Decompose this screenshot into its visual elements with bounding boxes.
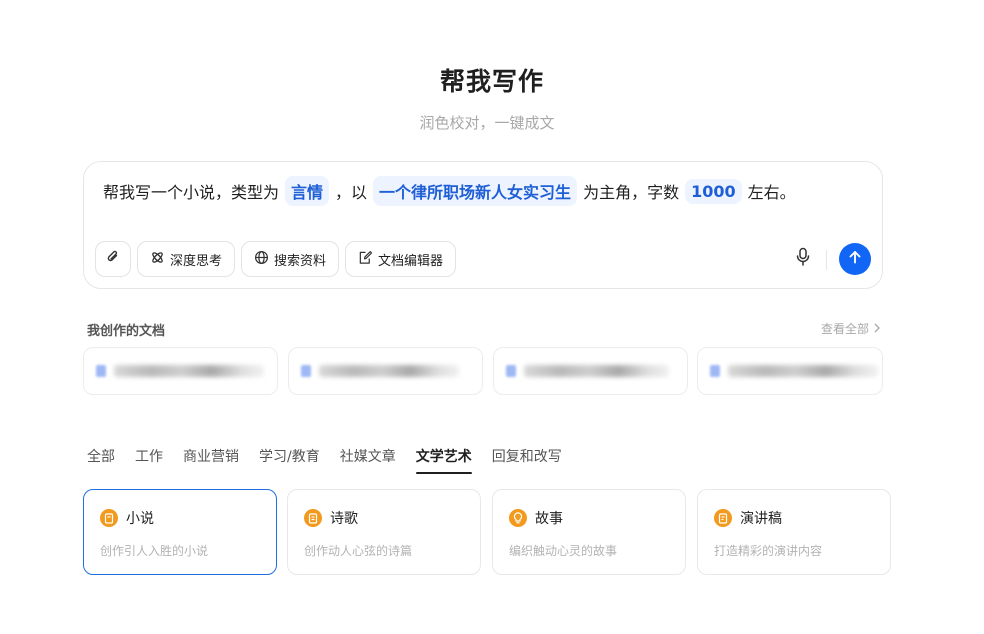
card-header: 诗歌 (304, 508, 358, 528)
deep-think-label: 深度思考 (170, 253, 223, 269)
lightbulb-icon (509, 509, 527, 527)
word-count-chip[interactable]: 1000 (685, 178, 742, 204)
doc-title-redacted (114, 365, 264, 377)
view-all-label: 查看全部 (821, 322, 870, 336)
atom-icon (150, 250, 170, 269)
card-description: 打造精彩的演讲内容 (714, 544, 823, 558)
card-description: 创作引人入胜的小说 (100, 544, 209, 558)
microphone-icon (795, 247, 811, 271)
doc-editor-button[interactable]: 文档编辑器 (345, 241, 457, 277)
tab-social-media[interactable]: 社媒文章 (340, 446, 396, 474)
globe-icon (254, 250, 274, 269)
prompt-text-part: 帮我写一个小说，类型为 (103, 183, 280, 202)
template-card-speech[interactable]: 演讲稿 打造精彩的演讲内容 (697, 489, 891, 575)
doc-title-redacted (524, 365, 669, 377)
doc-editor-label: 文档编辑器 (378, 253, 444, 269)
card-title: 演讲稿 (740, 511, 782, 527)
template-card-poem[interactable]: 诗歌 创作动人心弦的诗篇 (287, 489, 481, 575)
edit-icon (358, 250, 378, 269)
toolbar-divider (826, 250, 827, 270)
card-description: 编织触动心灵的故事 (509, 544, 618, 558)
tab-literature-art[interactable]: 文学艺术 (415, 446, 472, 474)
send-button[interactable] (839, 243, 871, 275)
tab-work[interactable]: 工作 (135, 446, 163, 474)
notes-icon (714, 509, 732, 527)
template-card-story[interactable]: 故事 编织触动心灵的故事 (492, 489, 686, 575)
page-subtitle: 润色校对，一键成文 (419, 114, 555, 132)
doc-card[interactable] (83, 347, 278, 395)
card-description: 创作动人心弦的诗篇 (304, 544, 413, 558)
tab-education[interactable]: 学习/教育 (259, 446, 320, 474)
card-title: 故事 (535, 511, 563, 527)
doc-icon (506, 365, 516, 377)
my-docs-title: 我创作的文档 (87, 324, 166, 339)
doc-card[interactable] (493, 347, 688, 395)
tab-reply-rewrite[interactable]: 回复和改写 (492, 446, 562, 474)
microphone-button[interactable] (791, 247, 815, 271)
paperclip-icon (105, 249, 121, 269)
book-icon (100, 509, 118, 527)
genre-chip[interactable]: 言情 (285, 176, 330, 206)
search-label: 搜索资料 (274, 253, 327, 269)
prompt-text-part: ，以 (335, 183, 368, 202)
category-tabs: 全部 工作 商业营销 学习/教育 社媒文章 文学艺术 回复和改写 (87, 446, 562, 474)
search-button[interactable]: 搜索资料 (241, 241, 340, 277)
prompt-text-part: 左右。 (747, 183, 796, 202)
prompt-text[interactable]: 帮我写一个小说，类型为 言情 ，以 一个律所职场新人女实习生 为主角，字数 10… (99, 176, 800, 206)
page-title: 帮我写作 (439, 67, 544, 96)
chevron-right-icon (873, 322, 881, 336)
view-all-link[interactable]: 查看全部 (821, 320, 881, 337)
card-header: 演讲稿 (714, 508, 782, 528)
doc-icon (301, 365, 311, 377)
tab-marketing[interactable]: 商业营销 (183, 446, 239, 474)
doc-title-redacted (728, 365, 878, 377)
doc-card[interactable] (697, 347, 883, 395)
tab-all[interactable]: 全部 (87, 446, 115, 474)
attach-button[interactable] (95, 241, 131, 277)
doc-icon (96, 365, 106, 377)
template-card-novel[interactable]: 小说 创作引人入胜的小说 (83, 489, 277, 575)
card-header: 故事 (509, 508, 563, 528)
card-header: 小说 (100, 508, 154, 528)
arrow-up-icon (847, 249, 863, 269)
document-icon (304, 509, 322, 527)
doc-card[interactable] (288, 347, 483, 395)
card-title: 小说 (126, 511, 154, 527)
protagonist-chip[interactable]: 一个律所职场新人女实习生 (373, 176, 578, 206)
doc-title-redacted (319, 365, 459, 377)
doc-icon (710, 365, 720, 377)
prompt-input-box[interactable]: 帮我写一个小说，类型为 言情 ，以 一个律所职场新人女实习生 为主角，字数 10… (83, 161, 883, 289)
prompt-toolbar: 深度思考 搜索资料 文档编辑器 (95, 241, 457, 277)
card-title: 诗歌 (330, 511, 358, 527)
deep-think-button[interactable]: 深度思考 (137, 241, 236, 277)
prompt-text-part: 为主角，字数 (583, 183, 680, 202)
